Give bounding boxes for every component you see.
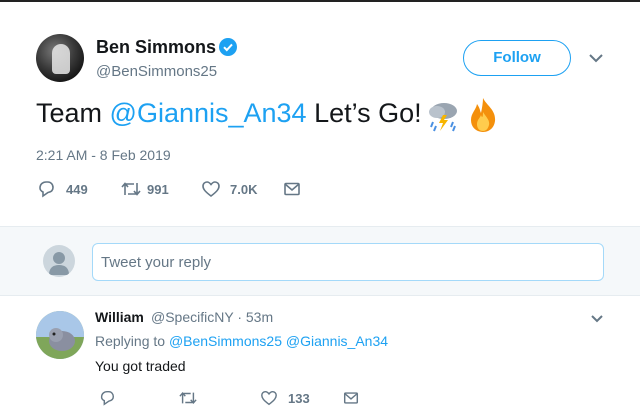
reply-author-meta[interactable]: @SpecificNY · 53m — [151, 309, 273, 325]
chevron-down-icon[interactable] — [590, 314, 604, 324]
reply-button[interactable]: 449 — [36, 178, 96, 200]
main-tweet: Ben Simmons @BenSimmons25 Follow Team @G… — [0, 2, 640, 226]
retweet-icon — [179, 391, 197, 405]
replying-to-label: Replying to — [95, 333, 169, 349]
reply-retweet-button[interactable] — [178, 388, 200, 410]
verified-badge-icon — [219, 38, 237, 56]
dm-icon — [343, 392, 359, 404]
reply-like-count: 133 — [288, 391, 310, 406]
storm-emoji — [429, 103, 457, 132]
dm-icon — [284, 182, 300, 196]
like-icon — [202, 181, 220, 198]
reply-count: 449 — [66, 182, 88, 197]
like-button[interactable]: 7.0K — [201, 178, 271, 200]
replying-to-line: Replying to @BenSimmons25 @Giannis_An34 — [95, 333, 388, 349]
reply-like-button[interactable]: 133 — [260, 388, 320, 410]
tweet-text: Team @Giannis_An34 Let’s Go! — [36, 98, 422, 129]
author-name[interactable]: Ben Simmons — [96, 37, 216, 58]
retweet-count: 991 — [147, 182, 169, 197]
like-count: 7.0K — [230, 182, 258, 197]
tweet-timestamp[interactable]: 2:21 AM - 8 Feb 2019 — [36, 147, 171, 163]
dm-button[interactable] — [282, 178, 302, 200]
reply-tweet: William @SpecificNY · 53m Replying to @B… — [0, 297, 640, 410]
mention-link[interactable]: @Giannis_An34 — [110, 98, 307, 128]
author-avatar[interactable] — [36, 34, 84, 82]
replying-to-link-2[interactable]: @Giannis_An34 — [286, 333, 388, 349]
follow-button[interactable]: Follow — [463, 40, 571, 76]
reply-reply-button[interactable] — [98, 388, 118, 410]
tweet-text-prefix: Team — [36, 98, 110, 128]
like-icon — [261, 390, 277, 406]
tweet-text-suffix: Let’s Go! — [306, 98, 422, 128]
replying-to-link-1[interactable]: @BenSimmons25 — [169, 333, 282, 349]
retweet-icon — [121, 182, 141, 196]
reply-input[interactable]: Tweet your reply — [92, 243, 604, 281]
reply-icon — [39, 181, 54, 198]
author-handle[interactable]: @BenSimmons25 — [96, 63, 217, 80]
reply-composer: Tweet your reply — [0, 226, 640, 296]
reply-author-avatar[interactable] — [36, 311, 84, 359]
reply-text: You got traded — [95, 358, 186, 374]
reply-icon — [100, 390, 115, 406]
reply-dm-button[interactable] — [342, 388, 362, 410]
reply-author-name[interactable]: William — [95, 309, 144, 325]
retweet-button[interactable]: 991 — [120, 178, 190, 200]
chevron-down-icon[interactable] — [588, 52, 604, 64]
current-user-avatar — [43, 245, 75, 277]
fire-emoji — [471, 98, 496, 132]
